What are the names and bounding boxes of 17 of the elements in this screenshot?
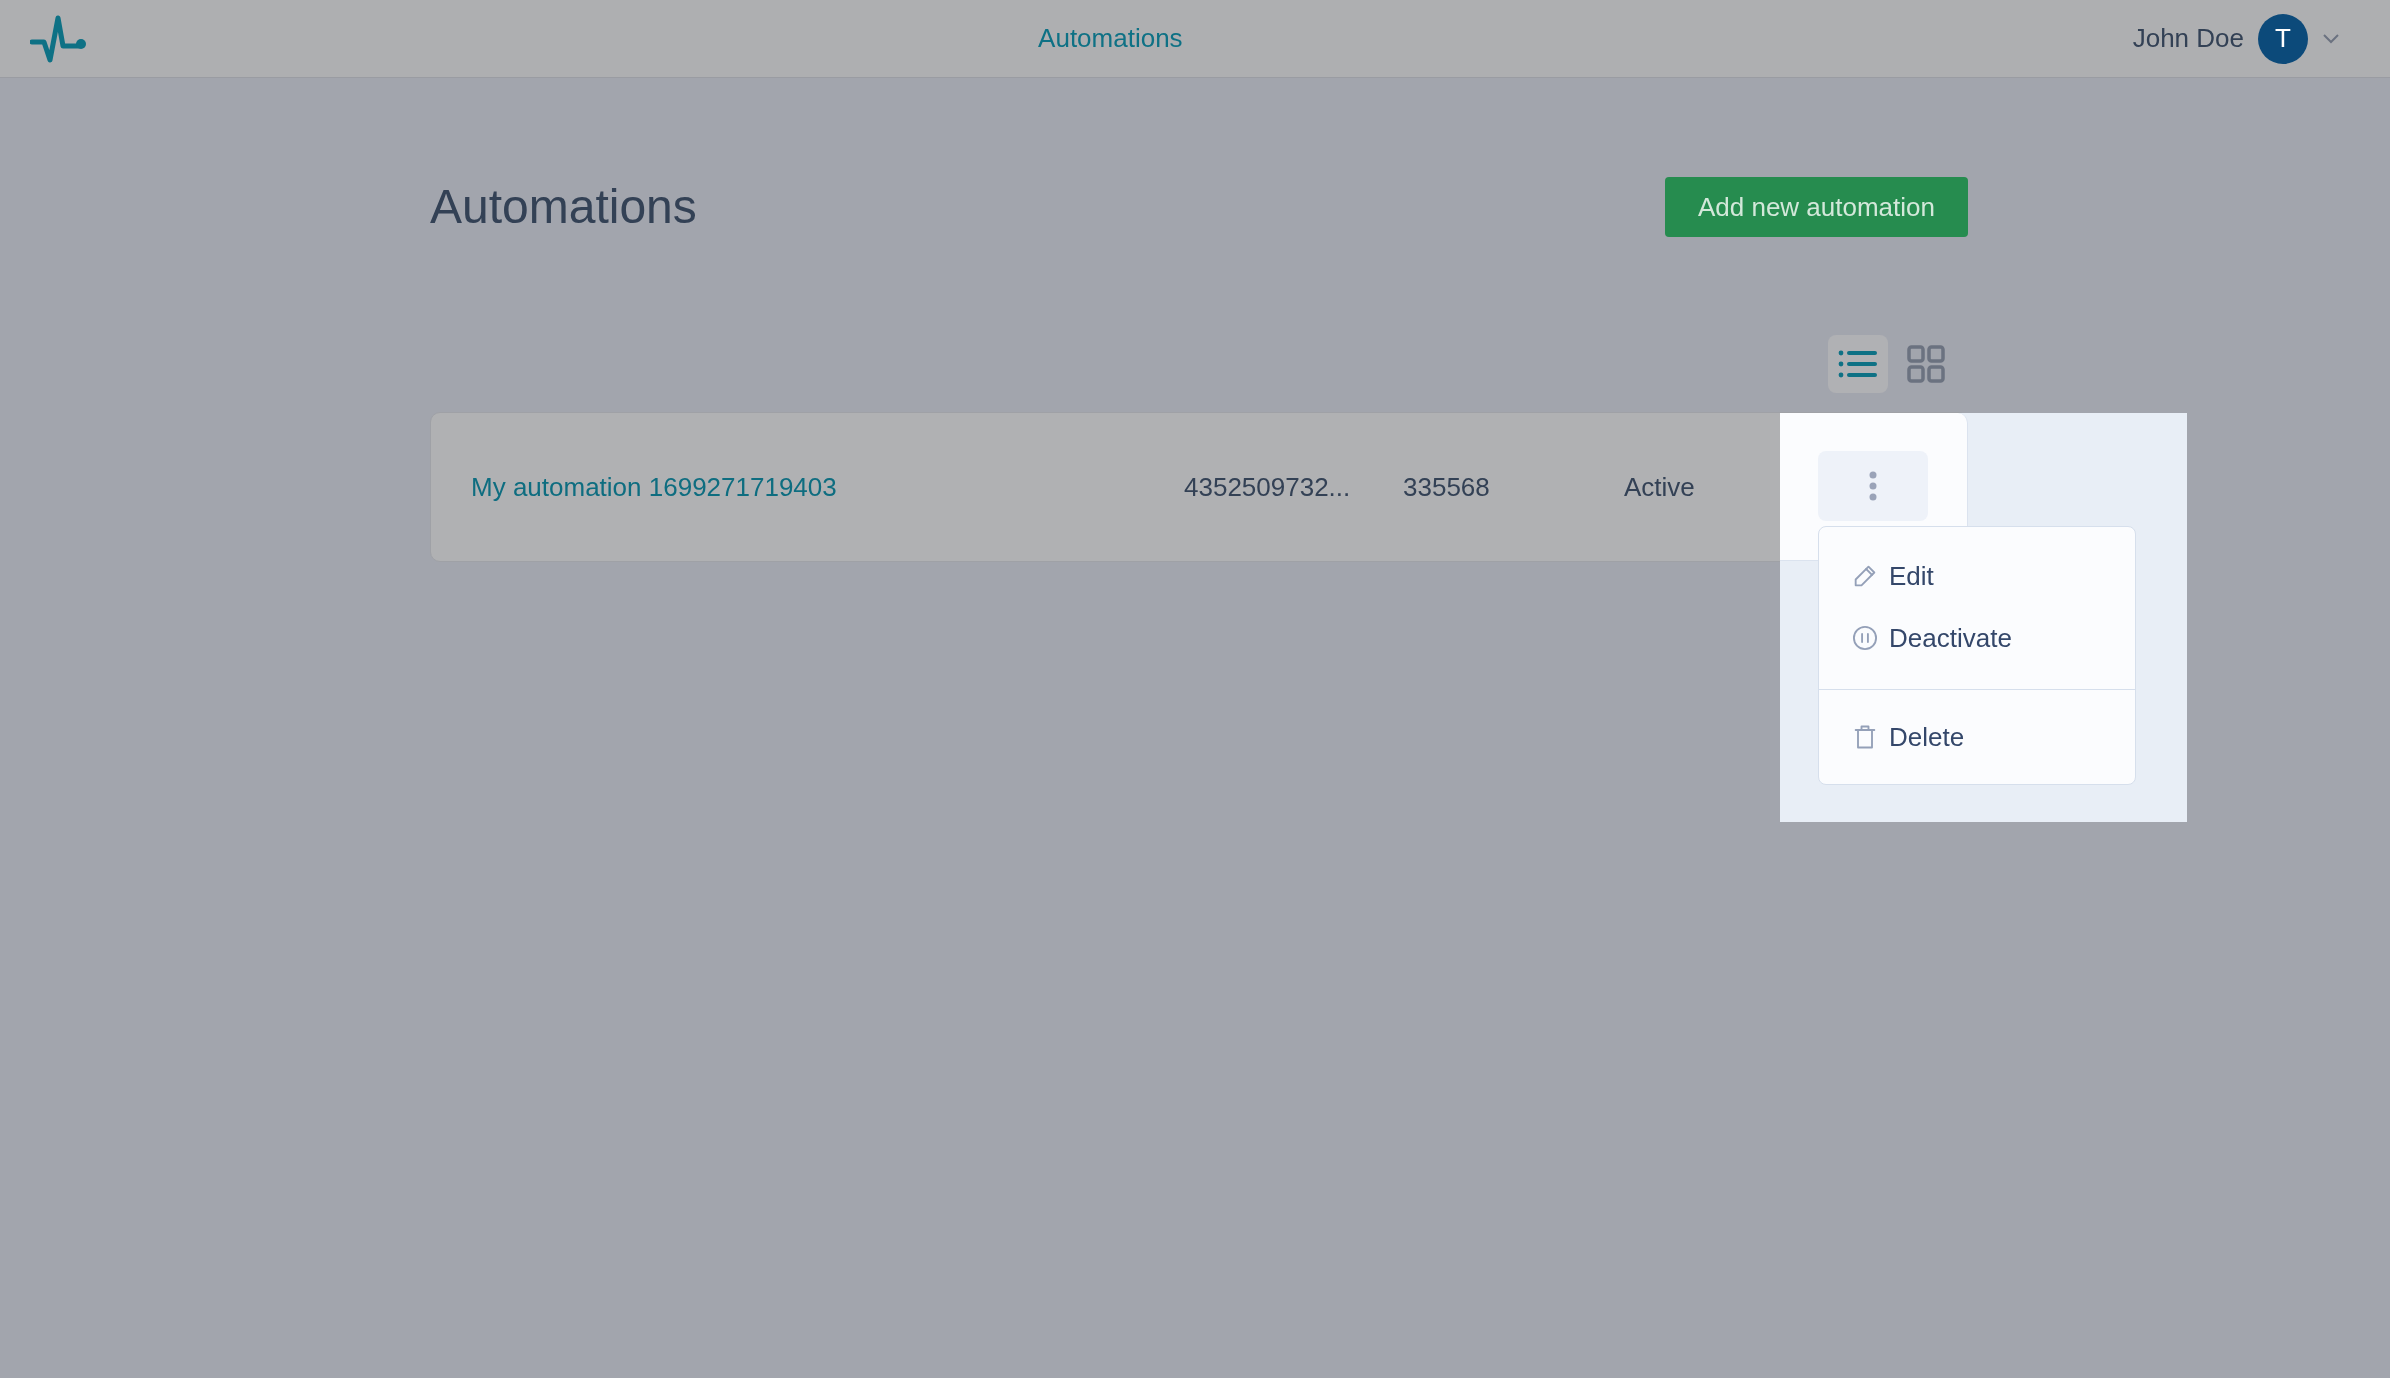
table-cell-text: 4352509732... — [1184, 470, 1352, 504]
list-view-toggle[interactable] — [1828, 335, 1888, 393]
pause-icon — [1851, 624, 1879, 652]
chevron-down-icon[interactable] — [2322, 32, 2340, 45]
pulse-logo-icon — [30, 13, 88, 64]
more-actions-button[interactable] — [1818, 451, 1928, 521]
menu-item[interactable]: Delete — [1819, 706, 2135, 768]
status-text: Active — [1624, 470, 1695, 504]
avatar[interactable]: T — [2258, 13, 2308, 64]
grid-icon — [1907, 345, 1945, 383]
menu-item[interactable]: Edit — [1819, 545, 2135, 607]
menu-item[interactable]: Deactivate — [1819, 607, 2135, 669]
page-title: Automations — [430, 179, 697, 235]
user-name: John Doe — [2132, 22, 2244, 55]
kebab-icon — [1869, 471, 1877, 501]
table-cell-text: 335568 — [1403, 470, 1491, 504]
list-icon — [1838, 348, 1878, 380]
